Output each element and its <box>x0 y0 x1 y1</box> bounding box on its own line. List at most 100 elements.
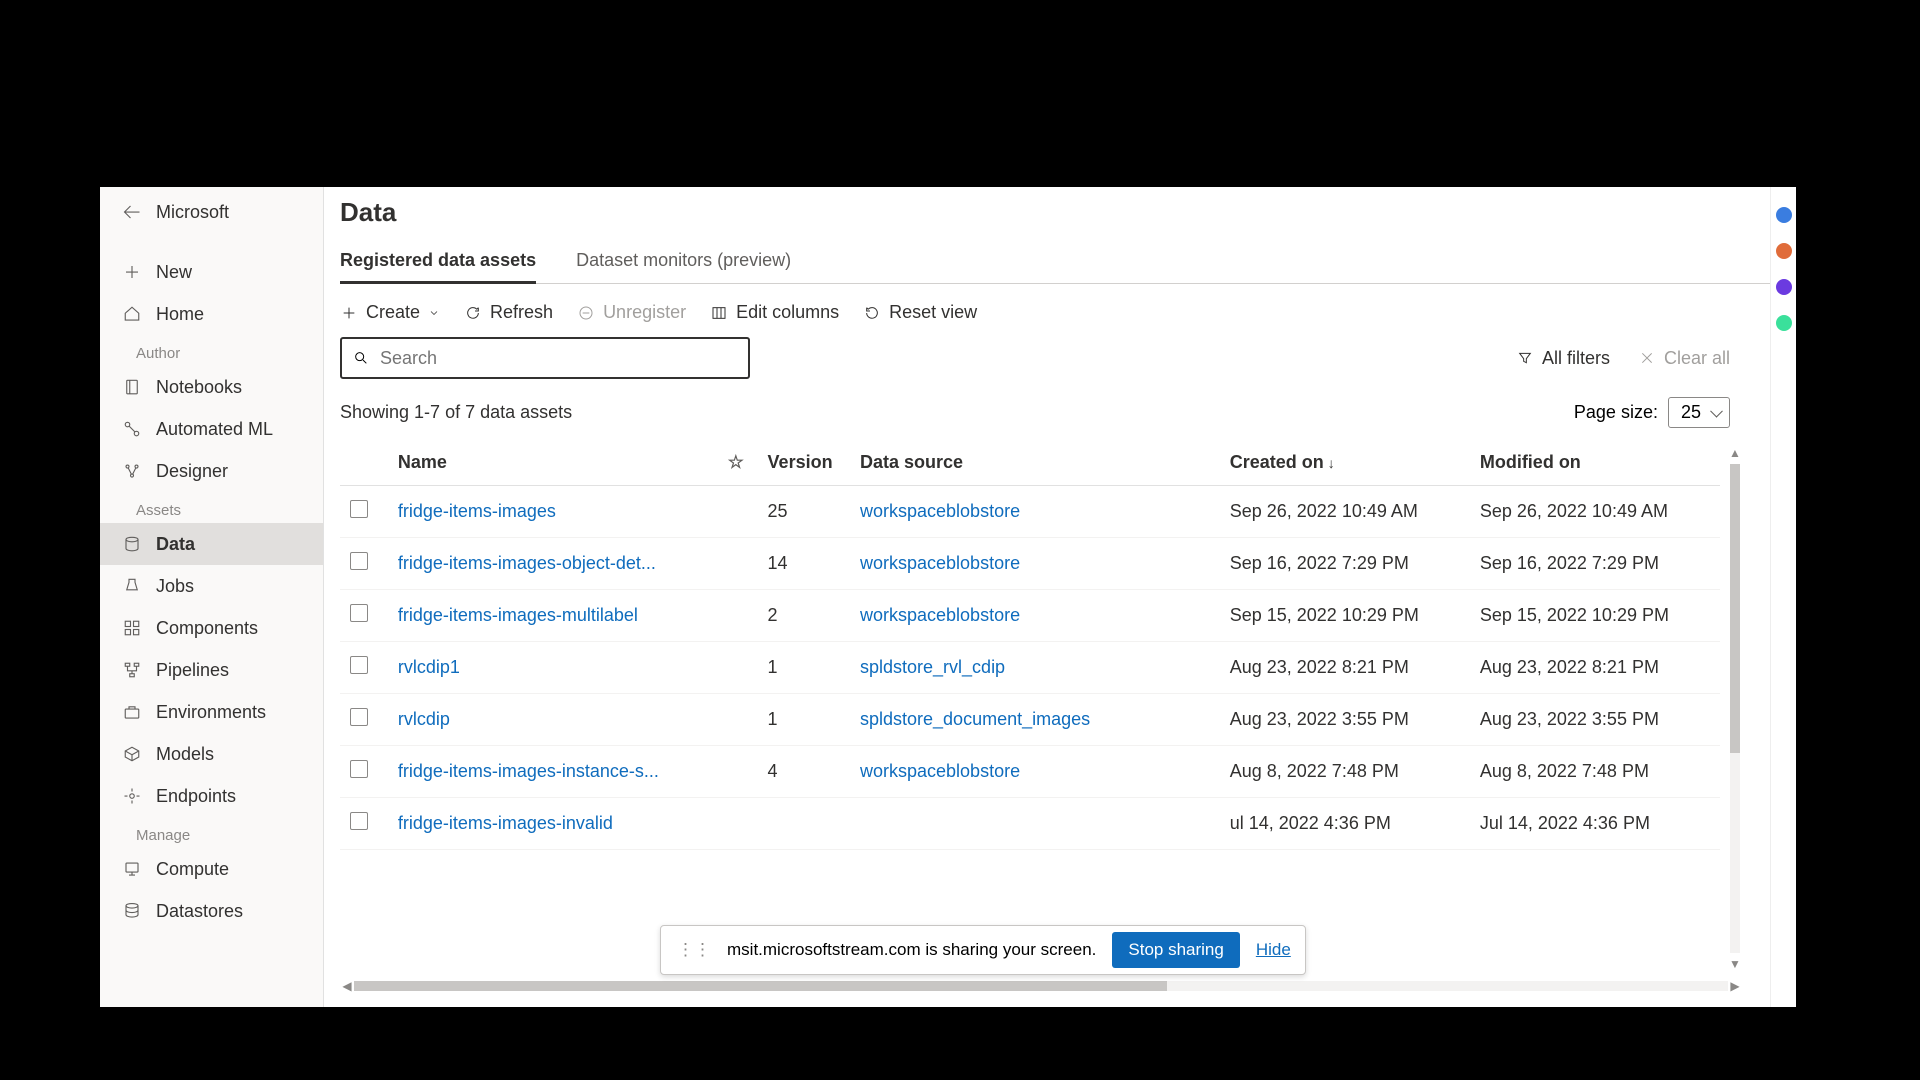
sidebar-item-label: Pipelines <box>156 660 229 681</box>
asset-version: 1 <box>758 694 850 746</box>
sidebar-item-datastores[interactable]: Datastores <box>100 890 323 932</box>
filter-label: All filters <box>1542 348 1610 369</box>
row-checkbox[interactable] <box>350 552 368 570</box>
table-row[interactable]: fridge-items-images-invalidul 14, 2022 4… <box>340 798 1720 850</box>
stop-sharing-button[interactable]: Stop sharing <box>1112 932 1239 968</box>
data-source-link[interactable]: workspaceblobstore <box>860 605 1020 625</box>
column-data-source[interactable]: Data source <box>850 440 1220 486</box>
table-row[interactable]: fridge-items-images25workspaceblobstoreS… <box>340 486 1720 538</box>
sidebar-item-label: Datastores <box>156 901 243 922</box>
brand-link[interactable]: Microsoft <box>100 191 323 233</box>
column-created-on[interactable]: Created on↓ <box>1220 440 1470 486</box>
all-filters-button[interactable]: All filters <box>1516 348 1610 369</box>
sidebar-item-environments[interactable]: Environments <box>100 691 323 733</box>
table-row[interactable]: fridge-items-images-instance-s... 4 worksp… <box>340 746 1720 798</box>
data-source-link[interactable]: workspaceblobstore <box>860 553 1020 573</box>
row-checkbox[interactable] <box>350 656 368 674</box>
sidebar-item-models[interactable]: Models <box>100 733 323 775</box>
clear-all-button[interactable]: Clear all <box>1638 348 1730 369</box>
row-checkbox[interactable] <box>350 604 368 622</box>
result-count-text: Showing 1-7 of 7 data assets <box>340 402 572 423</box>
edit-columns-button[interactable]: Edit columns <box>710 302 839 323</box>
data-source-link[interactable]: workspaceblobstore <box>860 501 1020 521</box>
toolbar-label: Reset view <box>889 302 977 323</box>
row-checkbox[interactable] <box>350 708 368 726</box>
page-size-dropdown[interactable]: 25 <box>1668 397 1730 428</box>
page-title: Data <box>340 197 1770 242</box>
table-row[interactable]: fridge-items-images-multilabel 2 workspace… <box>340 590 1720 642</box>
column-modified-on[interactable]: Modified on <box>1470 440 1720 486</box>
scroll-thumb[interactable] <box>354 981 1167 991</box>
horizontal-scrollbar[interactable]: ◀ ▶ <box>340 979 1742 993</box>
modified-on: Sep 15, 2022 10:29 PM <box>1470 590 1720 642</box>
sidebar-item-new[interactable]: New <box>100 251 323 293</box>
share-message: msit.microsoftstream.com is sharing your… <box>727 940 1096 960</box>
modified-on: Aug 8, 2022 7:48 PM <box>1470 746 1720 798</box>
asset-version: 14 <box>758 538 850 590</box>
column-favorite[interactable]: ☆ <box>714 440 757 486</box>
hide-share-bar-link[interactable]: Hide <box>1256 940 1291 960</box>
modified-on: Sep 16, 2022 7:29 PM <box>1470 538 1720 590</box>
sidebar: Microsoft New Home Author Notebooks Auto… <box>100 187 324 1007</box>
refresh-button[interactable]: Refresh <box>464 302 553 323</box>
asset-version <box>758 798 850 850</box>
asset-name-link[interactable]: fridge-items-images <box>398 501 556 521</box>
data-source-link[interactable]: spldstore_document_images <box>860 709 1090 729</box>
asset-name-link[interactable]: rvlcdip <box>398 709 450 729</box>
column-version[interactable]: Version <box>758 440 850 486</box>
data-source-link[interactable]: workspaceblobstore <box>860 761 1020 781</box>
row-checkbox[interactable] <box>350 500 368 518</box>
sidebar-item-automl[interactable]: Automated ML <box>100 408 323 450</box>
column-name[interactable]: Name <box>388 440 714 486</box>
sidebar-item-components[interactable]: Components <box>100 607 323 649</box>
jobs-icon <box>122 576 142 596</box>
table-row[interactable]: rvlcdip11spldstore_rvl_cdipAug 23, 2022 … <box>340 642 1720 694</box>
reset-view-button[interactable]: Reset view <box>863 302 977 323</box>
asset-version: 4 <box>758 746 850 798</box>
sidebar-item-endpoints[interactable]: Endpoints <box>100 775 323 817</box>
row-checkbox[interactable] <box>350 760 368 778</box>
sidebar-item-label: Notebooks <box>156 377 242 398</box>
toolbar: Create Refresh Unregister Edit columns R… <box>340 284 1770 337</box>
sidebar-item-jobs[interactable]: Jobs <box>100 565 323 607</box>
asset-name-link[interactable]: fridge-items-images-instance-s... <box>398 761 659 781</box>
components-icon <box>122 618 142 638</box>
modified-on: Aug 23, 2022 3:55 PM <box>1470 694 1720 746</box>
asset-name-link[interactable]: fridge-items-images-object-det... <box>398 553 656 573</box>
asset-name-link[interactable]: fridge-items-images-invalid <box>398 813 613 833</box>
asset-name-link[interactable]: rvlcdip1 <box>398 657 460 677</box>
tab-dataset-monitors[interactable]: Dataset monitors (preview) <box>576 242 791 283</box>
sidebar-item-home[interactable]: Home <box>100 293 323 335</box>
row-checkbox[interactable] <box>350 812 368 830</box>
scroll-right-icon[interactable]: ▶ <box>1728 979 1742 993</box>
main-content: Data Registered data assets Dataset moni… <box>324 187 1770 1007</box>
scroll-left-icon[interactable]: ◀ <box>340 979 354 993</box>
search-input-wrapper[interactable] <box>340 337 750 379</box>
sidebar-item-label: Automated ML <box>156 419 273 440</box>
home-icon <box>122 304 142 324</box>
table-header-row: Name ☆ Version Data source Created on↓ M… <box>340 440 1720 486</box>
asset-version: 2 <box>758 590 850 642</box>
table-row[interactable]: rvlcdip 1 spldstore_document_images Aug 23,… <box>340 694 1720 746</box>
scroll-thumb[interactable] <box>1730 464 1740 753</box>
sidebar-item-data[interactable]: Data <box>100 523 323 565</box>
table-row[interactable]: fridge-items-images-object-det... 14 works… <box>340 538 1720 590</box>
asset-name-link[interactable]: fridge-items-images-multilabel <box>398 605 638 625</box>
sidebar-item-pipelines[interactable]: Pipelines <box>100 649 323 691</box>
sidebar-item-designer[interactable]: Designer <box>100 450 323 492</box>
modified-on: Aug 23, 2022 8:21 PM <box>1470 642 1720 694</box>
modified-on: Jul 14, 2022 4:36 PM <box>1470 798 1720 850</box>
search-input[interactable] <box>380 348 738 369</box>
scroll-up-icon[interactable]: ▲ <box>1728 446 1742 460</box>
scroll-down-icon[interactable]: ▼ <box>1728 957 1742 971</box>
drag-handle-icon[interactable]: ⋮⋮ <box>677 940 711 960</box>
create-button[interactable]: Create <box>340 302 440 323</box>
tab-registered-data-assets[interactable]: Registered data assets <box>340 242 536 283</box>
column-checkbox[interactable] <box>340 440 388 486</box>
sidebar-item-notebooks[interactable]: Notebooks <box>100 366 323 408</box>
sidebar-item-compute[interactable]: Compute <box>100 848 323 890</box>
vertical-scrollbar[interactable]: ▲ ▼ <box>1728 446 1742 971</box>
plus-icon <box>340 304 358 322</box>
data-source-link[interactable]: spldstore_rvl_cdip <box>860 657 1005 677</box>
page-size-selector: Page size: 25 <box>1574 397 1730 428</box>
